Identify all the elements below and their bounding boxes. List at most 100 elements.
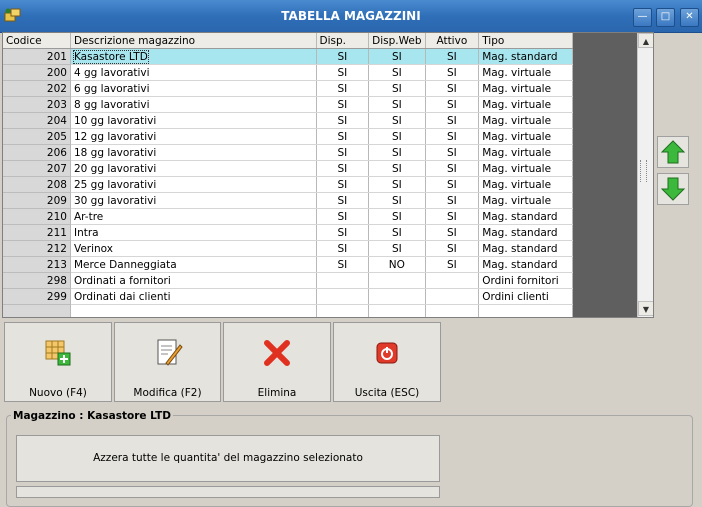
cell-codice[interactable]: 209 <box>3 192 71 209</box>
cell-codice[interactable]: 210 <box>3 208 71 225</box>
cell-codice[interactable]: 206 <box>3 144 71 161</box>
column-header-disp[interactable]: Disp. <box>316 33 370 49</box>
minimize-button[interactable]: — <box>633 8 652 27</box>
cell-codice[interactable]: 299 <box>3 288 71 305</box>
cell-tipo[interactable]: Mag. virtuale <box>478 128 573 145</box>
cell-descrizione[interactable]: 18 gg lavorativi <box>70 144 317 161</box>
cell-disp[interactable]: SI <box>316 208 370 225</box>
column-header-codice[interactable]: Codice <box>3 33 71 49</box>
cell-disp-web[interactable]: SI <box>368 64 426 81</box>
cell-disp-web[interactable]: SI <box>368 48 426 65</box>
cell-tipo[interactable]: Mag. standard <box>478 240 573 257</box>
cell-disp-web[interactable]: SI <box>368 160 426 177</box>
cell-descrizione[interactable]: 10 gg lavorativi <box>70 112 317 129</box>
table-row[interactable]: 207 20 gg lavorativi SI SI SI Mag. virtuale <box>3 160 573 177</box>
table-row[interactable]: 203 8 gg lavorativi SI SI SI Mag. virtuale <box>3 96 573 113</box>
cell-disp[interactable]: SI <box>316 64 370 81</box>
cell-disp-web[interactable]: SI <box>368 96 426 113</box>
cell-codice[interactable]: 298 <box>3 272 71 289</box>
cell-tipo[interactable]: Mag. virtuale <box>478 96 573 113</box>
cell-disp-web[interactable]: SI <box>368 192 426 209</box>
cell-attivo[interactable] <box>425 288 480 305</box>
cell-descrizione[interactable]: 4 gg lavorativi <box>70 64 317 81</box>
cell-tipo[interactable]: Mag. standard <box>478 256 573 273</box>
uscita-button[interactable]: Uscita (ESC) <box>333 322 441 402</box>
cell-attivo[interactable]: SI <box>425 240 480 257</box>
cell-disp[interactable]: SI <box>316 48 370 65</box>
cell-disp-web[interactable]: SI <box>368 208 426 225</box>
scroll-up-icon[interactable]: ▲ <box>638 33 653 48</box>
cell-codice[interactable]: 207 <box>3 160 71 177</box>
table-row[interactable]: 213 Merce Danneggiata SI NO SI Mag. standard <box>3 256 573 273</box>
cell-codice[interactable]: 200 <box>3 64 71 81</box>
cell-tipo[interactable]: Ordini fornitori <box>478 272 573 289</box>
scroll-down-icon[interactable]: ▼ <box>638 301 653 316</box>
modifica-button[interactable]: Modifica (F2) <box>114 322 221 402</box>
nuovo-button[interactable]: Nuovo (F4) <box>4 322 112 402</box>
cell-attivo[interactable]: SI <box>425 160 480 177</box>
cell-codice[interactable]: 204 <box>3 112 71 129</box>
cell-disp[interactable]: SI <box>316 192 370 209</box>
cell-descrizione[interactable]: Merce Danneggiata <box>70 256 317 273</box>
cell-descrizione[interactable]: Verinox <box>70 240 317 257</box>
cell-disp[interactable]: SI <box>316 80 370 97</box>
cell-attivo[interactable]: SI <box>425 224 480 241</box>
table-row[interactable]: 212 Verinox SI SI SI Mag. standard <box>3 240 573 257</box>
cell-disp[interactable] <box>316 272 370 289</box>
cell-disp[interactable]: SI <box>316 160 370 177</box>
cell-disp[interactable]: SI <box>316 240 370 257</box>
cell-descrizione[interactable]: Ar-tre <box>70 208 317 225</box>
cell-descrizione[interactable]: Ordinati a fornitori <box>70 272 317 289</box>
cell-tipo[interactable]: Mag. virtuale <box>478 176 573 193</box>
table-row[interactable]: 200 4 gg lavorativi SI SI SI Mag. virtuale <box>3 64 573 81</box>
cell-disp-web[interactable]: SI <box>368 128 426 145</box>
cell-tipo[interactable]: Mag. virtuale <box>478 112 573 129</box>
table-row[interactable]: 211 Intra SI SI SI Mag. standard <box>3 224 573 241</box>
table-row[interactable]: 206 18 gg lavorativi SI SI SI Mag. virtuale <box>3 144 573 161</box>
cell-attivo[interactable]: SI <box>425 256 480 273</box>
cell-attivo[interactable]: SI <box>425 48 480 65</box>
cell-attivo[interactable]: SI <box>425 192 480 209</box>
cell-disp[interactable]: SI <box>316 128 370 145</box>
cell-disp[interactable]: SI <box>316 96 370 113</box>
cell-attivo[interactable]: SI <box>425 64 480 81</box>
cell-codice[interactable]: 213 <box>3 256 71 273</box>
cell-attivo[interactable]: SI <box>425 80 480 97</box>
cell-descrizione[interactable]: 12 gg lavorativi <box>70 128 317 145</box>
move-down-button[interactable] <box>657 173 689 205</box>
cell-disp-web[interactable] <box>368 272 426 289</box>
cell-attivo[interactable]: SI <box>425 176 480 193</box>
cell-attivo[interactable]: SI <box>425 96 480 113</box>
cell-descrizione[interactable]: Kasastore LTD <box>70 48 317 65</box>
cell-disp-web[interactable]: NO <box>368 256 426 273</box>
cell-attivo[interactable]: SI <box>425 144 480 161</box>
cell-tipo[interactable]: Mag. standard <box>478 48 573 65</box>
elimina-button[interactable]: Elimina <box>223 322 331 402</box>
cell-disp-web[interactable] <box>368 288 426 305</box>
cell-descrizione[interactable]: 6 gg lavorativi <box>70 80 317 97</box>
cell-disp-web[interactable]: SI <box>368 240 426 257</box>
cell-tipo[interactable]: Mag. standard <box>478 208 573 225</box>
cell-disp-web[interactable]: SI <box>368 144 426 161</box>
table-row[interactable]: 202 6 gg lavorativi SI SI SI Mag. virtuale <box>3 80 573 97</box>
cell-tipo[interactable]: Ordini clienti <box>478 288 573 305</box>
column-header-disp-web[interactable]: Disp.Web <box>368 33 426 49</box>
cell-disp[interactable]: SI <box>316 144 370 161</box>
cell-disp-web[interactable]: SI <box>368 112 426 129</box>
warehouse-grid[interactable]: Codice Descrizione magazzino Disp. Disp.… <box>2 32 654 318</box>
cell-codice[interactable]: 211 <box>3 224 71 241</box>
cell-attivo[interactable]: SI <box>425 128 480 145</box>
cell-codice[interactable]: 212 <box>3 240 71 257</box>
cell-disp[interactable] <box>316 288 370 305</box>
cell-codice[interactable]: 201 <box>3 48 71 65</box>
cell-attivo[interactable]: SI <box>425 112 480 129</box>
table-row[interactable]: 299 Ordinati dai clienti Ordini clienti <box>3 288 573 305</box>
cell-codice[interactable]: 202 <box>3 80 71 97</box>
cell-tipo[interactable]: Mag. virtuale <box>478 192 573 209</box>
table-row[interactable]: 210 Ar-tre SI SI SI Mag. standard <box>3 208 573 225</box>
close-button[interactable]: ✕ <box>680 8 699 27</box>
cell-attivo[interactable]: SI <box>425 208 480 225</box>
secondary-action-button[interactable] <box>16 486 440 498</box>
cell-descrizione[interactable]: 8 gg lavorativi <box>70 96 317 113</box>
cell-tipo[interactable]: Mag. virtuale <box>478 144 573 161</box>
